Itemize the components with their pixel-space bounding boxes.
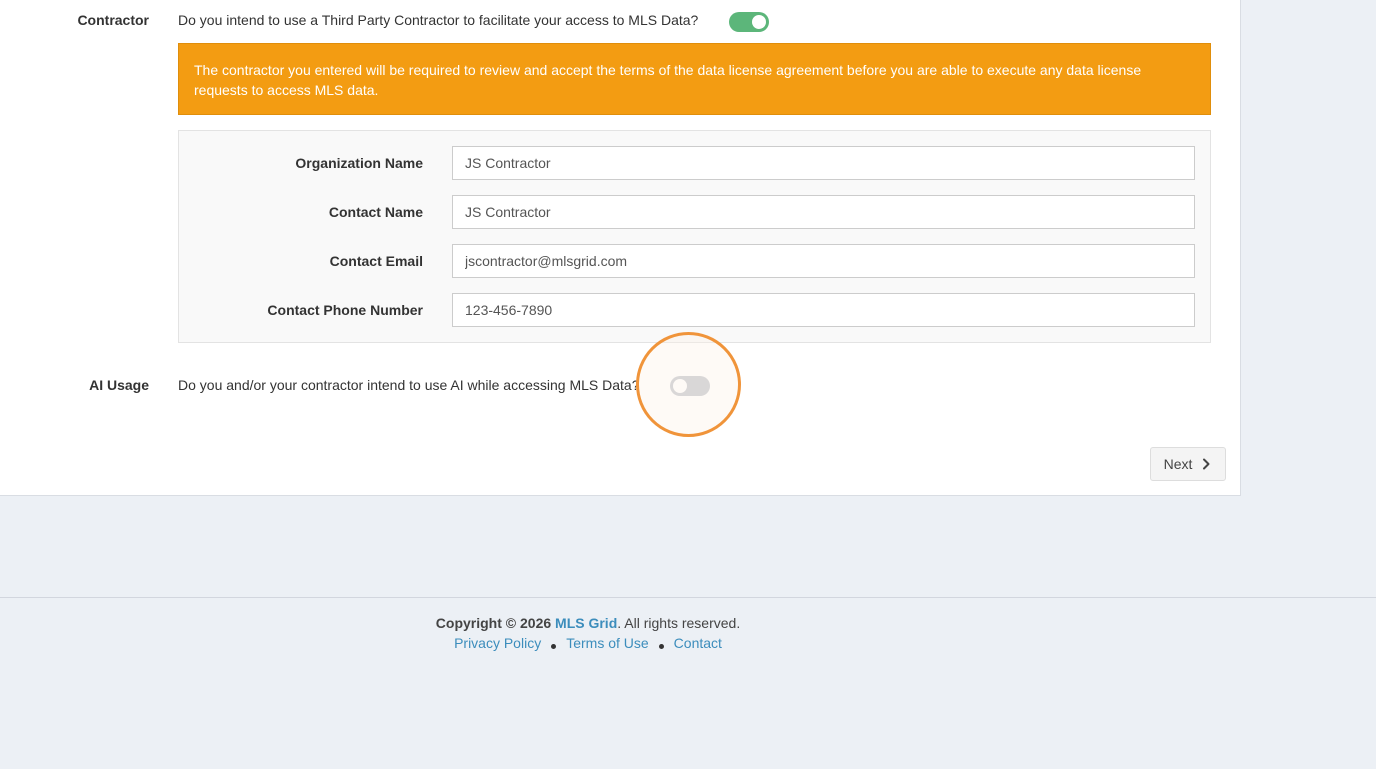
contact-phone-input[interactable]	[452, 293, 1195, 327]
chevron-right-icon	[1203, 458, 1210, 470]
contact-link[interactable]: Contact	[674, 635, 722, 651]
next-button[interactable]: Next	[1150, 447, 1226, 481]
ai-usage-toggle[interactable]	[670, 376, 710, 396]
contractor-details-panel: Organization Name Contact Name Contact E…	[178, 130, 1211, 343]
form-card: Contractor Do you intend to use a Third …	[0, 0, 1241, 496]
organization-name-input[interactable]	[452, 146, 1195, 180]
contractor-label: Contractor	[77, 12, 149, 28]
toggle-knob	[752, 15, 766, 29]
copyright-suffix: . All rights reserved.	[617, 615, 741, 631]
page-footer: Copyright © 2026 MLS Grid. All rights re…	[0, 597, 1376, 769]
contact-name-input[interactable]	[452, 195, 1195, 229]
terms-of-use-link[interactable]: Terms of Use	[566, 635, 648, 651]
organization-name-label: Organization Name	[295, 155, 423, 171]
footer-links: Privacy Policy Terms of Use Contact	[0, 635, 1176, 651]
toggle-knob	[673, 379, 687, 393]
contact-phone-label: Contact Phone Number	[267, 302, 423, 318]
ai-usage-label: AI Usage	[89, 377, 149, 393]
contractor-question: Do you intend to use a Third Party Contr…	[178, 12, 699, 28]
alert-text: The contractor you entered will be requi…	[194, 62, 1142, 98]
ai-usage-question: Do you and/or your contractor intend to …	[178, 377, 640, 393]
next-button-label: Next	[1163, 456, 1193, 472]
brand-link[interactable]: MLS Grid	[555, 615, 617, 631]
separator-dot	[658, 643, 664, 649]
contact-email-label: Contact Email	[329, 253, 423, 269]
privacy-policy-link[interactable]: Privacy Policy	[454, 635, 541, 651]
contact-email-input[interactable]	[452, 244, 1195, 278]
contractor-alert: The contractor you entered will be requi…	[178, 43, 1211, 115]
contact-name-label: Contact Name	[328, 204, 423, 220]
copyright-prefix: Copyright © 2026	[435, 615, 552, 631]
separator-dot	[551, 643, 557, 649]
copyright-line: Copyright © 2026 MLS Grid. All rights re…	[0, 615, 1176, 631]
contractor-toggle[interactable]	[729, 12, 769, 32]
